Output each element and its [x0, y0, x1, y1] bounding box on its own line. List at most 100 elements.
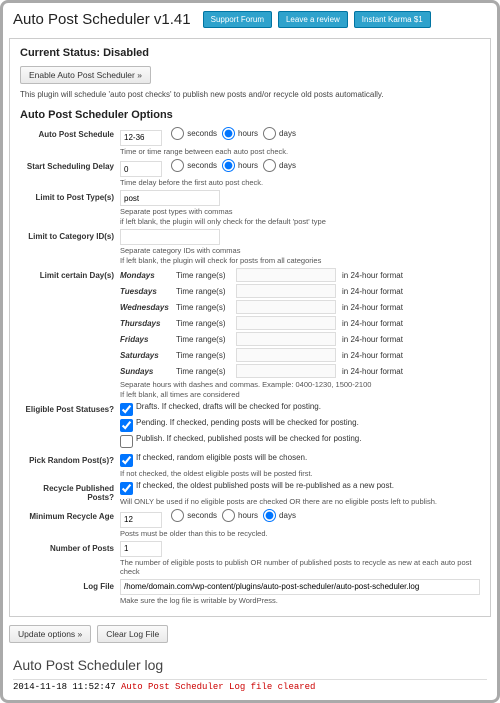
log-section: Auto Post Scheduler log 2014-11-18 11:52…	[7, 653, 493, 696]
recycle-label: Recycle Published Posts?	[20, 481, 120, 502]
day-time-input[interactable]	[236, 316, 336, 330]
recycle-help2: Will ONLY be used if no eligible posts a…	[120, 497, 480, 506]
minage-hours-radio[interactable]	[222, 509, 235, 522]
random-checkbox[interactable]	[120, 454, 133, 467]
day-name: Wednesdays	[120, 303, 176, 312]
day-row: SundaysTime range(s) in 24-hour format	[120, 364, 480, 378]
numposts-label: Number of Posts	[20, 541, 120, 553]
day-time-input[interactable]	[236, 284, 336, 298]
numposts-help: The number of eligible posts to publish …	[120, 558, 480, 576]
format-label: in 24-hour format	[342, 271, 403, 280]
publish-checkbox[interactable]	[120, 435, 133, 448]
day-time-input[interactable]	[236, 332, 336, 346]
day-name: Mondays	[120, 271, 176, 280]
enable-scheduler-button[interactable]: Enable Auto Post Scheduler »	[20, 66, 151, 84]
log-timestamp: 2014-11-18 11:52:47	[13, 682, 116, 692]
numposts-input[interactable]	[120, 541, 162, 557]
types-input[interactable]	[120, 190, 220, 206]
types-help2: if left blank, the plugin will only chec…	[120, 217, 480, 226]
day-name: Tuesdays	[120, 287, 176, 296]
log-entry: 2014-11-18 11:52:47 Auto Post Scheduler …	[13, 679, 487, 692]
day-name: Saturdays	[120, 351, 176, 360]
logfile-help: Make sure the log file is writable by Wo…	[120, 596, 480, 605]
days-help2: If left blank, all times are considered	[120, 390, 480, 399]
update-options-button[interactable]: Update options »	[9, 625, 91, 643]
logfile-label: Log File	[20, 579, 120, 591]
day-name: Thursdays	[120, 319, 176, 328]
time-range-label: Time range(s)	[176, 287, 236, 296]
day-row: ThursdaysTime range(s)in 24-hour format	[120, 316, 480, 330]
instant-karma-button[interactable]: Instant Karma $1	[354, 11, 431, 28]
delay-help: Time delay before the first auto post ch…	[120, 178, 480, 187]
day-time-input[interactable]	[236, 364, 336, 378]
cats-help1: Separate category IDs with commas	[120, 246, 480, 255]
log-heading: Auto Post Scheduler log	[13, 657, 487, 673]
random-help1: If checked, random eligible posts will b…	[136, 453, 307, 462]
day-row: FridaysTime range(s) in 24-hour format	[120, 332, 480, 346]
day-name: Fridays	[120, 335, 176, 344]
day-row: MondaysTime range(s) in 24-hour format	[120, 268, 480, 282]
day-row: TuesdaysTime range(s) in 24-hour format	[120, 284, 480, 298]
drafts-text: Drafts. If checked, drafts will be check…	[136, 402, 321, 411]
types-label: Limit to Post Type(s)	[20, 190, 120, 202]
types-help1: Separate post types with commas	[120, 207, 480, 216]
format-label: in 24-hour format	[342, 351, 403, 360]
cats-help2: If left blank, the plugin will check for…	[120, 256, 480, 265]
minage-input[interactable]	[120, 512, 162, 528]
log-message: Auto Post Scheduler Log file cleared	[121, 682, 315, 692]
schedule-hours-radio[interactable]	[222, 127, 235, 140]
cats-label: Limit to Category ID(s)	[20, 229, 120, 241]
status-heading: Current Status: Disabled	[20, 47, 480, 59]
schedule-seconds-radio[interactable]	[171, 127, 184, 140]
support-forum-button[interactable]: Support Forum	[203, 11, 272, 28]
delay-hours-radio[interactable]	[222, 159, 235, 172]
delay-input[interactable]	[120, 161, 162, 177]
publish-text: Publish. If checked, published posts wil…	[136, 434, 361, 443]
time-range-label: Time range(s)	[176, 335, 236, 344]
minage-label: Minimum Recycle Age	[20, 509, 120, 521]
day-name: Sundays	[120, 367, 176, 376]
minage-days-radio[interactable]	[263, 509, 276, 522]
days-label: Limit certain Day(s)	[20, 268, 120, 280]
pending-checkbox[interactable]	[120, 419, 133, 432]
options-heading: Auto Post Scheduler Options	[20, 109, 480, 121]
day-time-input[interactable]	[236, 300, 336, 314]
time-range-label: Time range(s)	[176, 351, 236, 360]
format-label: in 24-hour format	[342, 335, 403, 344]
random-label: Pick Random Post(s)?	[20, 453, 120, 465]
logfile-input[interactable]	[120, 579, 480, 595]
schedule-label: Auto Post Schedule	[20, 127, 120, 139]
status-panel: Current Status: Disabled Enable Auto Pos…	[9, 38, 491, 617]
page-title: Auto Post Scheduler v1.41	[13, 11, 191, 28]
time-range-label: Time range(s)	[176, 367, 236, 376]
pending-text: Pending. If checked, pending posts will …	[136, 418, 359, 427]
day-row: WednesdaysTime range(s) in 24-hour format	[120, 300, 480, 314]
schedule-days-radio[interactable]	[263, 127, 276, 140]
minage-seconds-radio[interactable]	[171, 509, 184, 522]
leave-review-button[interactable]: Leave a review	[278, 11, 348, 28]
time-range-label: Time range(s)	[176, 303, 236, 312]
format-label: in 24-hour format	[342, 367, 403, 376]
days-help1: Separate hours with dashes and commas. E…	[120, 380, 480, 389]
delay-label: Start Scheduling Delay	[20, 159, 120, 171]
recycle-help1: If checked, the oldest published posts w…	[136, 481, 394, 490]
header: Auto Post Scheduler v1.41 Support Forum …	[7, 7, 493, 36]
time-range-label: Time range(s)	[176, 319, 236, 328]
recycle-checkbox[interactable]	[120, 482, 133, 495]
drafts-checkbox[interactable]	[120, 403, 133, 416]
cats-input[interactable]	[120, 229, 220, 245]
clear-log-button[interactable]: Clear Log File	[97, 625, 168, 643]
day-time-input[interactable]	[236, 348, 336, 362]
day-time-input[interactable]	[236, 268, 336, 282]
delay-seconds-radio[interactable]	[171, 159, 184, 172]
schedule-help: Time or time range between each auto pos…	[120, 147, 480, 156]
schedule-input[interactable]	[120, 130, 162, 146]
format-label: in 24-hour format	[342, 287, 403, 296]
plugin-description: This plugin will schedule 'auto post che…	[20, 90, 480, 99]
statuses-label: Eligible Post Statuses?	[20, 402, 120, 414]
format-label: in 24-hour format	[342, 303, 403, 312]
minage-help: Posts must be older than this to be recy…	[120, 529, 480, 538]
delay-days-radio[interactable]	[263, 159, 276, 172]
random-help2: If not checked, the oldest eligible post…	[120, 469, 480, 478]
time-range-label: Time range(s)	[176, 271, 236, 280]
